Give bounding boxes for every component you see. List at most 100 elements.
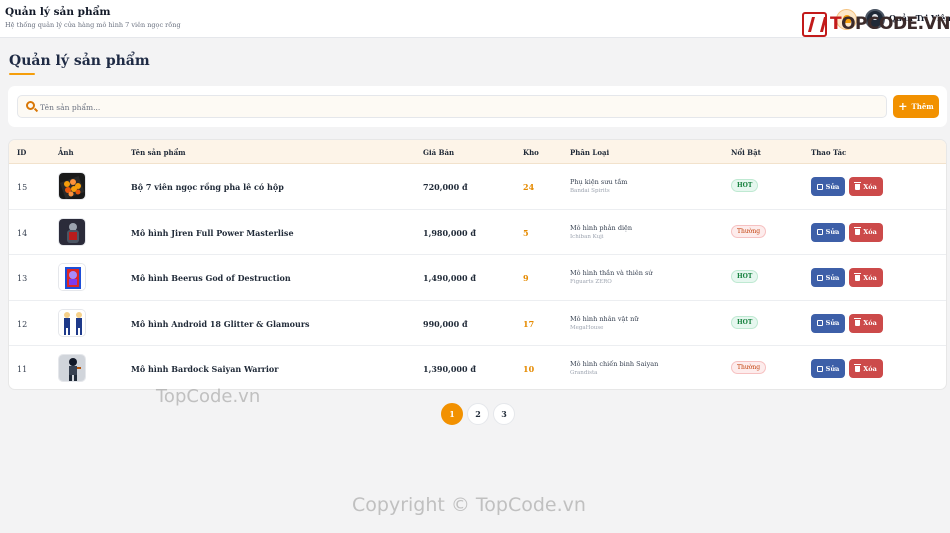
table-row: 14 Mô hình Jiren Full Power Masterlise 1,9… xyxy=(9,210,946,255)
delete-label: Xóa xyxy=(863,364,877,373)
product-price: 720,000 đ xyxy=(423,182,468,192)
table-row: 15 Bộ 7 viên ngọc rồng pha lê có hộp 720,0… xyxy=(9,164,946,210)
table-header: ID Ảnh Tên sản phẩm Giá Bán Kho Phân Loạ… xyxy=(9,140,946,164)
delete-label: Xóa xyxy=(863,228,877,236)
product-category: Mô hình phản diện xyxy=(570,223,633,232)
app-title: Quản lý sản phẩm xyxy=(5,6,111,18)
product-name: Mô hình Android 18 Glitter & Glamours xyxy=(131,318,310,329)
featured-badge: HOT xyxy=(731,315,759,329)
delete-button[interactable]: Xóa xyxy=(849,313,883,333)
product-price: 1,490,000 đ xyxy=(423,273,476,283)
plus-icon: + xyxy=(898,100,908,113)
trash-icon xyxy=(854,318,862,326)
product-name: Mô hình Bardock Saiyan Warrior xyxy=(131,364,279,374)
product-id: 12 xyxy=(17,319,28,329)
add-product-button[interactable]: + Thêm xyxy=(893,95,939,118)
product-stock: 24 xyxy=(523,182,535,192)
page-button-3[interactable]: 3 xyxy=(493,403,515,425)
pagination: 1 2 3 xyxy=(441,403,515,425)
table-row: 12 Mô hình Android 18 Glitter & Glamours 9… xyxy=(9,301,946,346)
delete-label: Xóa xyxy=(863,182,877,191)
add-button-label: Thêm xyxy=(911,102,934,111)
column-header-price: Giá Bán xyxy=(423,148,455,157)
column-header-name: Tên sản phẩm xyxy=(131,148,186,157)
featured-badge: HOT xyxy=(731,179,759,192)
product-thumbnail xyxy=(58,308,86,337)
edit-icon xyxy=(816,183,823,190)
featured-badge: Thường xyxy=(731,224,767,238)
product-price: 1,390,000 đ xyxy=(423,364,476,374)
watermark-text: TopCode.vn xyxy=(156,386,261,407)
edit-icon xyxy=(816,229,823,235)
product-brand: Bandai Spirits xyxy=(570,188,610,194)
product-brand: Figuarts ZERO xyxy=(570,279,612,285)
trash-icon xyxy=(854,363,862,372)
product-thumbnail xyxy=(58,172,86,200)
product-thumbnail xyxy=(58,263,86,291)
edit-label: Sửa xyxy=(825,273,840,282)
product-id: 14 xyxy=(17,228,28,238)
app-subtitle: Hệ thống quản lý cửa hàng mô hình 7 viên… xyxy=(5,21,181,29)
edit-icon xyxy=(816,274,823,281)
column-header-actions: Thao Tác xyxy=(811,148,847,157)
edit-icon xyxy=(816,365,823,372)
logo-text-accent: T xyxy=(830,14,842,34)
topcode-logo: TOPCODE.VN xyxy=(802,10,950,38)
product-category: Mô hình thần và thiên sứ xyxy=(570,269,653,277)
delete-button[interactable]: Xóa xyxy=(849,268,883,287)
edit-button[interactable]: Sửa xyxy=(811,313,845,333)
edit-button[interactable]: Sửa xyxy=(811,268,845,287)
product-thumbnail xyxy=(58,217,86,246)
edit-label: Sửa xyxy=(825,319,840,327)
product-id: 15 xyxy=(17,183,28,192)
product-thumbnail xyxy=(58,354,86,382)
product-stock: 9 xyxy=(523,273,529,283)
trash-icon xyxy=(854,227,862,235)
trash-icon xyxy=(854,181,862,190)
product-brand: MegaHouse xyxy=(570,324,604,331)
column-header-category: Phân Loại xyxy=(570,148,610,157)
product-id: 13 xyxy=(17,274,28,283)
copyright-watermark: Copyright © TopCode.vn xyxy=(352,494,586,516)
page-button-1[interactable]: 1 xyxy=(441,403,463,425)
column-header-id: ID xyxy=(17,148,27,157)
edit-button[interactable]: Sửa xyxy=(811,222,845,242)
page-button-2[interactable]: 2 xyxy=(467,403,489,425)
product-stock: 5 xyxy=(523,227,529,238)
edit-button[interactable]: Sửa xyxy=(811,359,845,378)
featured-badge: Thường xyxy=(731,361,767,374)
topcode-logo-text: TOPCODE.VN xyxy=(830,14,950,34)
product-name: Mô hình Jiren Full Power Masterlise xyxy=(131,227,294,238)
search-input[interactable] xyxy=(40,98,880,116)
delete-button[interactable]: Xóa xyxy=(849,359,883,378)
column-header-stock: Kho xyxy=(523,148,539,157)
delete-label: Xóa xyxy=(863,319,877,327)
product-brand: Ichiban Kuji xyxy=(570,233,604,240)
product-price: 1,980,000 đ xyxy=(423,227,476,238)
topcode-logo-icon xyxy=(802,11,827,37)
edit-button[interactable]: Sửa xyxy=(811,177,845,196)
product-category: Mô hình chiến binh Saiyan xyxy=(570,360,659,368)
search-box xyxy=(17,95,887,118)
edit-label: Sửa xyxy=(825,364,840,373)
logo-text-main: OPCODE.VN xyxy=(841,14,950,34)
column-header-featured: Nổi Bật xyxy=(731,148,761,157)
search-icon xyxy=(26,101,35,110)
edit-icon xyxy=(816,320,823,326)
table-row: 11 Mô hình Bardock Saiyan Warrior 1,390,00… xyxy=(9,346,946,389)
title-underline xyxy=(9,73,35,75)
column-header-image: Ảnh xyxy=(58,148,74,157)
product-stock: 10 xyxy=(523,364,535,374)
product-name: Mô hình Beerus God of Destruction xyxy=(131,273,291,283)
product-name: Bộ 7 viên ngọc rồng pha lê có hộp xyxy=(131,182,284,192)
delete-button[interactable]: Xóa xyxy=(849,177,883,196)
product-brand: Grandista xyxy=(570,370,598,376)
product-category: Phụ kiện sưu tầm xyxy=(570,178,628,186)
edit-label: Sửa xyxy=(825,228,840,236)
product-price: 990,000 đ xyxy=(423,318,468,329)
delete-label: Xóa xyxy=(863,273,877,282)
delete-button[interactable]: Xóa xyxy=(849,222,883,242)
product-id: 11 xyxy=(17,365,28,374)
products-table: ID Ảnh Tên sản phẩm Giá Bán Kho Phân Loạ… xyxy=(8,139,947,390)
search-card: + Thêm xyxy=(8,86,947,127)
